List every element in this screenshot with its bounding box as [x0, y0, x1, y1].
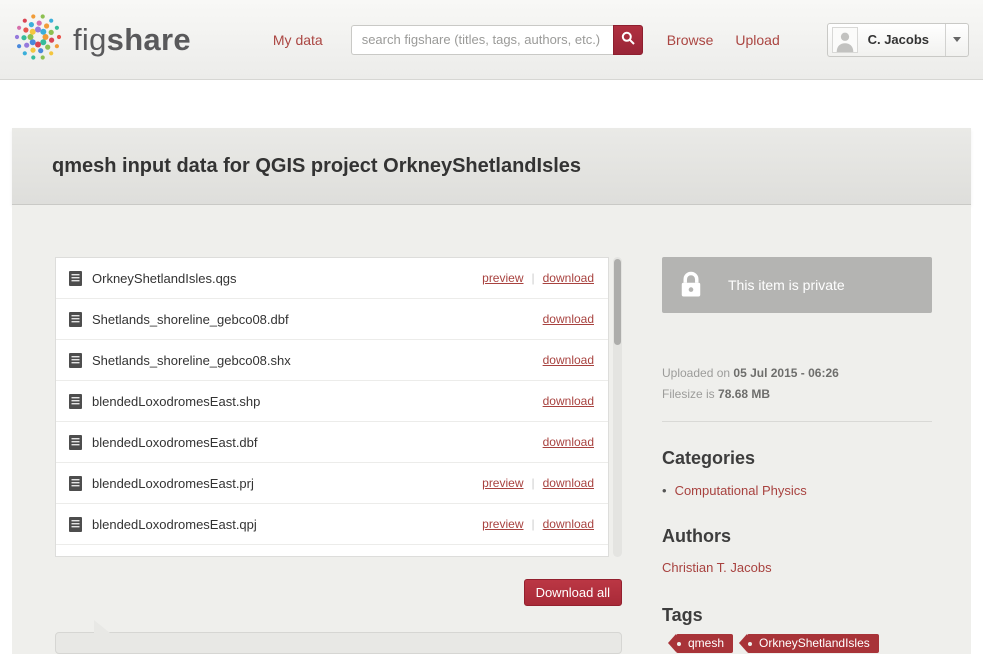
user-name: C. Jacobs	[868, 32, 929, 47]
categories-heading: Categories	[662, 448, 932, 469]
uploaded-prefix: Uploaded on	[662, 366, 730, 380]
link-separator: |	[532, 476, 535, 490]
figshare-logo-text: figshare	[73, 22, 191, 58]
file-icon	[69, 394, 82, 409]
scrollbar-thumb[interactable]	[614, 259, 621, 345]
top-bar: figshare My data Browse Upload C. Jacobs	[0, 0, 983, 80]
chevron-down-icon	[953, 37, 961, 42]
file-list-wrap: OrkneyShetlandIsles.qgs preview | downlo…	[55, 257, 622, 557]
avatar	[832, 27, 858, 53]
uploaded-value: 05 Jul 2015 - 06:26	[733, 366, 838, 380]
nav-upload[interactable]: Upload	[735, 32, 779, 48]
file-row: Shetlands_shoreline_gebco08.shx download	[56, 340, 608, 381]
lock-icon	[676, 270, 706, 300]
categories-list: Computational Physics	[662, 483, 932, 498]
file-row: blendedLoxodromesEast.shp download	[56, 381, 608, 422]
filesize-prefix: Filesize is	[662, 387, 715, 401]
user-menu-toggle[interactable]	[945, 24, 968, 56]
file-icon	[69, 435, 82, 450]
preview-link[interactable]: preview	[482, 271, 523, 285]
download-link[interactable]: download	[543, 517, 594, 531]
download-all-row: Download all	[55, 579, 622, 606]
authors-heading: Authors	[662, 526, 932, 547]
file-name: blendedLoxodromesEast.dbf	[92, 435, 543, 450]
download-link[interactable]: download	[543, 312, 594, 326]
private-status-banner: This item is private	[662, 257, 932, 313]
comment-box	[55, 632, 622, 654]
search-button[interactable]	[613, 25, 643, 55]
download-all-button[interactable]: Download all	[524, 579, 622, 606]
category-item: Computational Physics	[662, 483, 932, 498]
file-list-scrollbar[interactable]	[613, 257, 622, 557]
download-link[interactable]: download	[543, 435, 594, 449]
tags-list: qmesh OrkneyShetlandIsles	[662, 634, 932, 653]
figshare-logo[interactable]: figshare	[12, 11, 191, 68]
preview-link[interactable]: preview	[482, 517, 523, 531]
file-list: OrkneyShetlandIsles.qgs preview | downlo…	[55, 257, 609, 557]
file-name: blendedLoxodromesEast.prj	[92, 476, 482, 491]
sidebar-divider	[662, 421, 932, 422]
file-icon	[69, 353, 82, 368]
file-row: blendedLoxodromesEast.qpj preview | down…	[56, 504, 608, 545]
main-panel: OrkneyShetlandIsles.qgs preview | downlo…	[12, 205, 971, 654]
uploaded-date: Uploaded on 05 Jul 2015 - 06:26	[662, 366, 932, 380]
filesize-value: 78.68 MB	[718, 387, 770, 401]
author-link[interactable]: Christian T. Jacobs	[662, 560, 772, 575]
download-link[interactable]: download	[543, 353, 594, 367]
private-status-text: This item is private	[728, 277, 845, 293]
file-row: Shetlands_shoreline_gebco08.dbf download	[56, 299, 608, 340]
file-name: Shetlands_shoreline_gebco08.dbf	[92, 312, 543, 327]
category-link[interactable]: Computational Physics	[675, 483, 807, 498]
link-separator: |	[532, 271, 535, 285]
search-bar	[351, 25, 643, 55]
page-title: qmesh input data for QGIS project Orkney…	[12, 128, 971, 178]
file-row: blendedLoxodromesEast.dbf download	[56, 422, 608, 463]
nav-browse[interactable]: Browse	[667, 32, 714, 48]
file-row: blendedLoxodromesEast.prj preview | down…	[56, 463, 608, 504]
search-input[interactable]	[351, 25, 613, 55]
file-panel: OrkneyShetlandIsles.qgs preview | downlo…	[55, 257, 622, 654]
file-icon	[69, 517, 82, 532]
link-separator: |	[532, 517, 535, 531]
tag-pill[interactable]: OrkneyShetlandIsles	[747, 634, 879, 653]
file-icon	[69, 312, 82, 327]
file-name: Shetlands_shoreline_gebco08.shx	[92, 353, 543, 368]
nav-my-data[interactable]: My data	[273, 32, 323, 48]
preview-link[interactable]: preview	[482, 476, 523, 490]
file-name: blendedLoxodromesEast.qpj	[92, 517, 482, 532]
file-row: OrkneyShetlandIsles.qgs preview | downlo…	[56, 258, 608, 299]
download-link[interactable]: download	[543, 476, 594, 490]
page-content: qmesh input data for QGIS project Orkney…	[12, 128, 971, 654]
file-icon	[69, 476, 82, 491]
search-icon	[621, 31, 635, 48]
user-menu[interactable]: C. Jacobs	[827, 23, 969, 57]
download-link[interactable]: download	[543, 394, 594, 408]
file-icon	[69, 271, 82, 286]
figshare-logo-icon	[12, 11, 64, 68]
file-name: blendedLoxodromesEast.shp	[92, 394, 543, 409]
tag-pill[interactable]: qmesh	[676, 634, 733, 653]
download-link[interactable]: download	[543, 271, 594, 285]
title-band: qmesh input data for QGIS project Orkney…	[12, 128, 971, 205]
tags-heading: Tags	[662, 605, 932, 626]
sidebar: This item is private Uploaded on 05 Jul …	[662, 257, 932, 654]
file-row	[56, 545, 608, 557]
file-name: OrkneyShetlandIsles.qgs	[92, 271, 482, 286]
filesize: Filesize is 78.68 MB	[662, 387, 932, 401]
